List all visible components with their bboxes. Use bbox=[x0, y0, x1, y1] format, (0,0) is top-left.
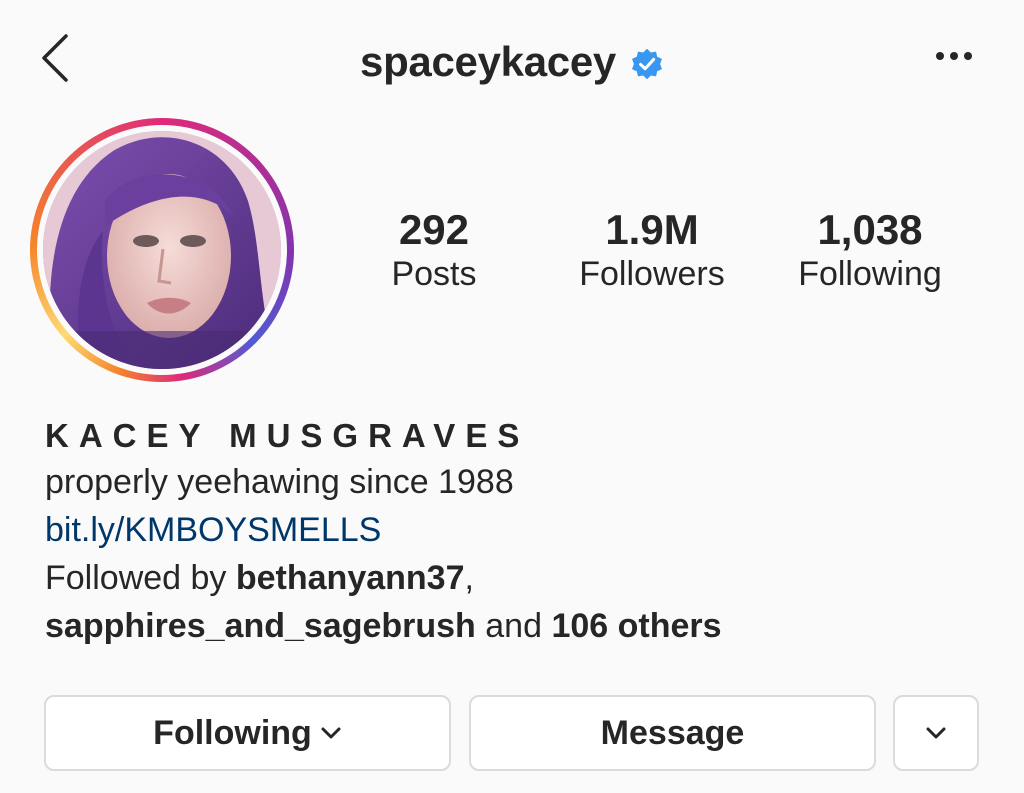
following-button[interactable]: Following bbox=[44, 695, 451, 771]
stat-following[interactable]: 1,038 Following bbox=[760, 206, 980, 295]
followers-count: 1.9M bbox=[605, 206, 699, 253]
followed-by-prefix: Followed by bbox=[45, 559, 236, 597]
stat-posts[interactable]: 292 Posts bbox=[324, 206, 544, 295]
followers-label: Followers bbox=[579, 255, 725, 294]
more-horizontal-icon bbox=[936, 52, 944, 60]
profile-username: spaceykacey bbox=[360, 38, 616, 85]
stat-followers[interactable]: 1.9M Followers bbox=[542, 206, 762, 295]
posts-count: 292 bbox=[398, 206, 470, 253]
profile-stats: 292 Posts 1.9M Followers 1,038 Following bbox=[0, 206, 1024, 306]
bio-tagline: properly yeehawing since 1988 bbox=[45, 463, 514, 501]
profile-actions: Following Message bbox=[44, 695, 984, 773]
verified-badge-icon bbox=[632, 48, 662, 80]
following-button-label: Following bbox=[153, 713, 312, 752]
followed-by-and: and bbox=[475, 607, 552, 645]
followed-by-separator: , bbox=[464, 559, 474, 597]
followed-by-line-1: Followed by bethanyann37, bbox=[45, 554, 1005, 602]
full-name: KACEY MUSGRAVES bbox=[45, 417, 530, 454]
chevron-down-icon bbox=[321, 727, 341, 739]
profile-bio: KACEY MUSGRAVES properly yeehawing since… bbox=[45, 414, 1005, 650]
mutual-follower-2[interactable]: sapphires_and_sagebrush bbox=[45, 607, 476, 645]
bio-link[interactable]: bit.ly/KMBOYSMELLS bbox=[45, 506, 1005, 554]
profile-screen: spaceykacey 292 Posts 1.9M Followers 1,0… bbox=[0, 0, 1024, 793]
posts-label: Posts bbox=[391, 255, 477, 294]
more-horizontal-icon-dot bbox=[950, 52, 958, 60]
more-options-button[interactable] bbox=[936, 52, 972, 60]
message-button-label: Message bbox=[600, 713, 745, 752]
message-button[interactable]: Message bbox=[469, 695, 876, 771]
mutual-follower-1[interactable]: bethanyann37 bbox=[236, 559, 465, 597]
chevron-down-icon bbox=[926, 727, 946, 739]
suggestions-dropdown-button[interactable] bbox=[893, 695, 979, 771]
following-label: Following bbox=[798, 255, 942, 294]
mutual-followers-others[interactable]: 106 others bbox=[551, 607, 721, 645]
following-count: 1,038 bbox=[817, 206, 923, 253]
followed-by-line-2: sapphires_and_sagebrush and 106 others bbox=[45, 602, 1005, 650]
profile-header: spaceykacey bbox=[0, 38, 1024, 86]
more-horizontal-icon-dot bbox=[964, 52, 972, 60]
